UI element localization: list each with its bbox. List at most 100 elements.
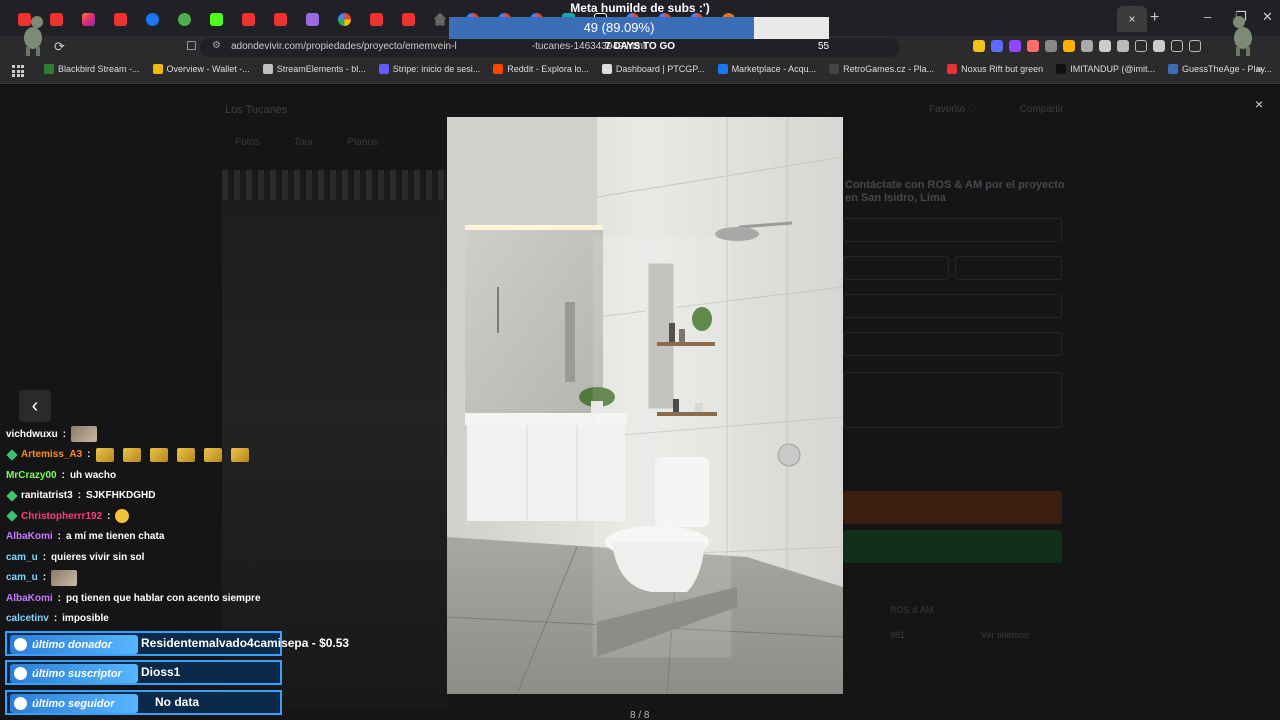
bookmark-item[interactable]: Reddit - Explora lo...: [493, 64, 589, 74]
message-field[interactable]: [843, 372, 1062, 428]
bookmark-icon[interactable]: ☐: [186, 39, 197, 53]
chat-username[interactable]: cam_u: [6, 572, 38, 583]
bookmark-item[interactable]: Dashboard | PTCGP...: [601, 64, 705, 74]
last-subscriber-box: último suscriptor Dioss1: [5, 660, 282, 685]
extension-icon[interactable]: [1117, 40, 1129, 52]
extension-icon[interactable]: [1081, 40, 1093, 52]
tab-photos[interactable]: Fotos: [235, 137, 260, 148]
chat-username[interactable]: Artemiss_A3: [21, 449, 82, 460]
tab-google[interactable]: [328, 8, 360, 30]
bookmark-favicon-icon: [152, 64, 163, 74]
chat-message: MrCrazy00: uh wacho: [6, 469, 117, 481]
close-gallery-icon[interactable]: ×: [1255, 96, 1263, 112]
sub-badge-icon: [6, 490, 18, 502]
goal-progress-bar: 49 (89.09%): [449, 17, 829, 39]
chat-username[interactable]: ranitatrist3: [21, 490, 73, 501]
reload-icon[interactable]: ⟳: [54, 39, 65, 55]
dni-field[interactable]: [843, 294, 1062, 318]
goal-title: Meta humilde de subs :'): [570, 1, 710, 15]
chat-username[interactable]: vichdwuxu: [6, 429, 58, 440]
screen: × + – ❐ ✕ ⟳ ☐ ⚙ adondevivir.com/propieda…: [0, 0, 1280, 720]
emote-icon: [149, 447, 168, 462]
youtube-icon: [113, 12, 127, 26]
chat-message: AlbaKomi: a mí me tienen chata: [6, 531, 165, 543]
chat-text: a mí me tienen chata: [66, 531, 165, 543]
page-title: Los Tucanes: [225, 104, 288, 116]
tab-plans[interactable]: Planos: [347, 137, 378, 148]
extension-icon[interactable]: [1009, 40, 1021, 52]
gallery-image: [447, 117, 843, 694]
tab-youtube[interactable]: [360, 8, 392, 30]
apps-grid-icon[interactable]: [12, 65, 24, 77]
chat-username[interactable]: calcetinv: [6, 613, 49, 624]
youtube-icon: [273, 12, 287, 26]
tab-green[interactable]: [168, 8, 200, 30]
meta-icon: [145, 12, 159, 26]
bookmark-item[interactable]: RetroGames.cz - Pla...: [829, 64, 934, 74]
sidebar-icon[interactable]: [1171, 40, 1183, 52]
previous-image-button[interactable]: ‹: [19, 390, 51, 422]
tab-kick[interactable]: [200, 8, 232, 30]
bookmark-favicon-icon: [829, 64, 840, 74]
site-info-icon[interactable]: ⚙: [212, 40, 221, 51]
bookmarks-more-button[interactable]: »: [1256, 64, 1262, 76]
tab-tour[interactable]: Tour: [294, 137, 313, 148]
bookmark-label: Noxus Rift but green: [961, 64, 1044, 74]
favorite-button[interactable]: Favorito ♡: [929, 104, 977, 115]
tab-instagram[interactable]: [72, 8, 104, 30]
youtube-icon: [401, 12, 415, 26]
bookmark-favicon-icon: [1056, 64, 1067, 74]
reason-select[interactable]: [843, 332, 1062, 356]
extension-icon[interactable]: [973, 40, 985, 52]
chat-username[interactable]: AlbaKomi: [6, 531, 53, 542]
last-subscriber-value: Dioss1: [141, 665, 181, 679]
tab-meta[interactable]: [136, 8, 168, 30]
tab-youtube[interactable]: [392, 8, 424, 30]
email-field[interactable]: [843, 256, 949, 280]
music-icon[interactable]: [1135, 40, 1147, 52]
emote-icon: [176, 447, 195, 462]
advertiser-name: ROS & AM: [890, 605, 934, 615]
bookmark-item[interactable]: Marketplace - Acqu...: [717, 64, 816, 74]
phone-field[interactable]: [955, 256, 1062, 280]
chat-username[interactable]: Christopherrr192: [21, 511, 102, 522]
contact-button[interactable]: [843, 491, 1062, 524]
view-phone-link[interactable]: Ver teléfono: [981, 630, 1029, 640]
share-button[interactable]: Compartir: [1020, 104, 1064, 115]
wallet-icon[interactable]: [1189, 40, 1201, 52]
chat-username[interactable]: MrCrazy00: [6, 470, 57, 481]
bookmark-item[interactable]: Stripe: inicio de sesi...: [378, 64, 480, 74]
green-icon: [177, 12, 191, 26]
extension-icon[interactable]: [991, 40, 1003, 52]
tab-pen[interactable]: [296, 8, 328, 30]
extension-icon[interactable]: [1063, 40, 1075, 52]
minimize-button[interactable]: –: [1204, 9, 1211, 24]
bookmark-item[interactable]: Blackbird Stream -...: [44, 64, 140, 74]
chat-username[interactable]: AlbaKomi: [6, 593, 53, 604]
tab-youtube[interactable]: [232, 8, 264, 30]
emote-icon: [71, 426, 98, 443]
new-tab-button[interactable]: +: [1150, 9, 1159, 27]
chat-message: Christopherrr192:: [6, 506, 296, 527]
bookmark-item[interactable]: Overview - Wallet -...: [152, 64, 250, 74]
whatsapp-button[interactable]: [843, 530, 1062, 563]
close-window-button[interactable]: ✕: [1262, 9, 1273, 25]
bookmark-item[interactable]: StreamElements - bl...: [262, 64, 366, 74]
chat-message: cam_u: quieres vivir sin sol: [6, 551, 145, 563]
media-icon[interactable]: [1153, 40, 1165, 52]
bookmark-item[interactable]: Noxus Rift but green: [947, 64, 1043, 74]
tab-youtube[interactable]: [264, 8, 296, 30]
dinosaur-mascot-icon: [24, 16, 43, 56]
tab-youtube[interactable]: [104, 8, 136, 30]
sub-badge-icon: [6, 449, 18, 461]
bookmark-item[interactable]: IMITANDUP (@imit...: [1056, 64, 1155, 74]
active-tab-close-button[interactable]: ×: [1117, 6, 1147, 32]
extension-icon[interactable]: [1027, 40, 1039, 52]
bookmark-label: Overview - Wallet -...: [166, 64, 250, 74]
youtube-icon: [369, 12, 383, 26]
name-field[interactable]: [843, 218, 1062, 242]
extension-icon[interactable]: [1045, 40, 1057, 52]
puzzle-icon[interactable]: [1099, 40, 1111, 52]
bookmark-label: RetroGames.cz - Pla...: [843, 64, 935, 74]
chat-username[interactable]: cam_u: [6, 552, 38, 563]
